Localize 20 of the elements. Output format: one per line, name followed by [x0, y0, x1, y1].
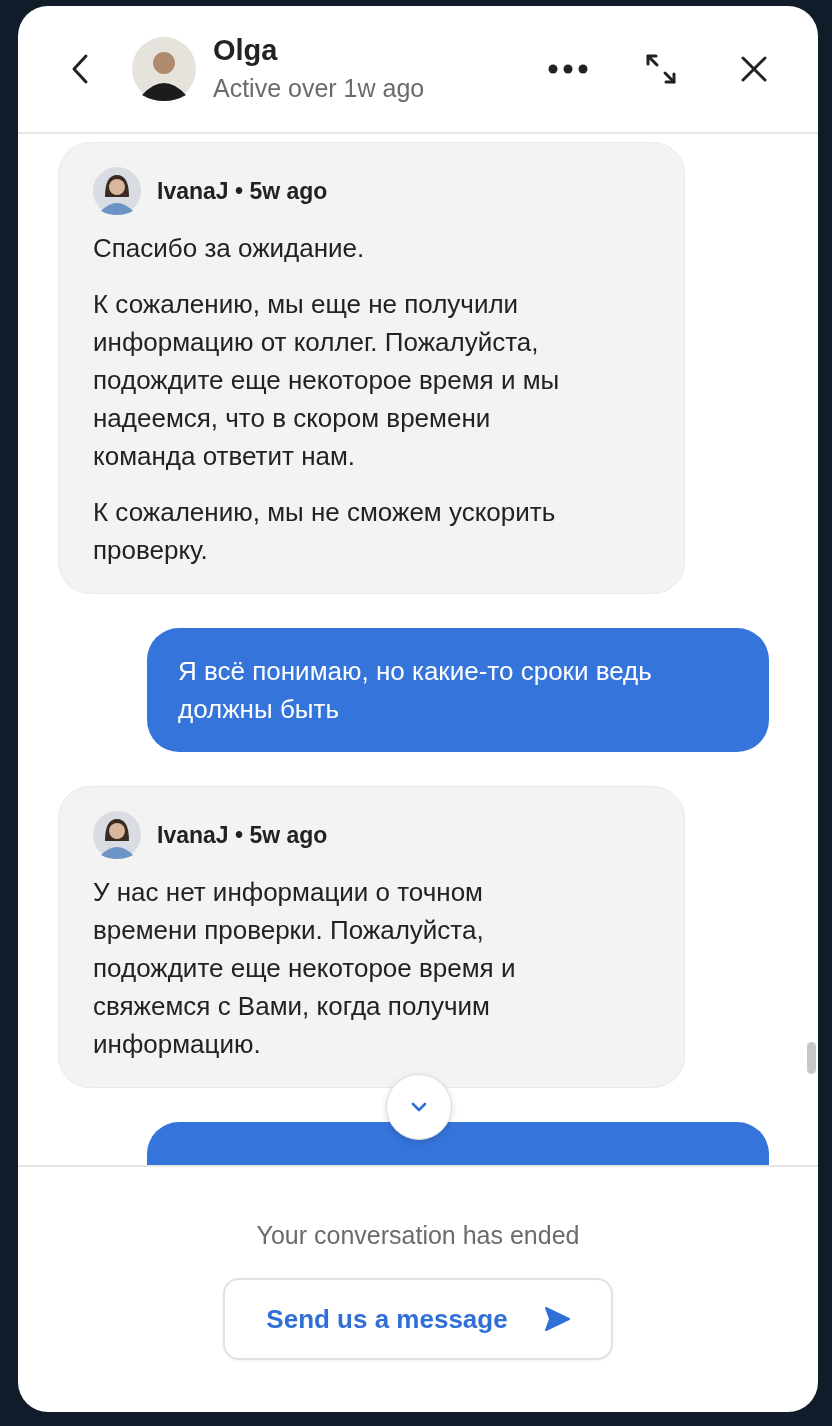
- avatar: [132, 37, 196, 101]
- message-text: Спасибо за ожидание.: [93, 232, 366, 265]
- scrollbar[interactable]: [807, 1042, 816, 1074]
- contact-status: Active over 1w ago: [213, 73, 426, 104]
- message-text: К сожалению, мы еще не получили информацию от коллег. Пожалуйста, подождите еще некоторое время и мы надеемся, что в скором времени команда ответит нам.: [93, 288, 561, 473]
- more-icon[interactable]: [548, 64, 588, 74]
- conversation-ended-notice: Your conversation has ended: [256, 1221, 580, 1250]
- contact-name: Olga: [213, 33, 279, 67]
- avatar: [93, 811, 141, 859]
- message-text: К сожалению, мы не сможем ускорить проверку.: [93, 496, 557, 567]
- close-icon[interactable]: [741, 56, 767, 82]
- message-meta: IvanaJ • 5w ago: [157, 821, 328, 849]
- avatar: [93, 167, 141, 215]
- chevron-down-icon: [411, 1102, 427, 1112]
- message-meta: IvanaJ • 5w ago: [157, 177, 328, 205]
- message-text: Я всё понимаю, но какие-то сроки ведь должны быть: [178, 655, 653, 726]
- expand-icon[interactable]: [645, 53, 677, 85]
- send-message-button[interactable]: Send us a message: [223, 1278, 613, 1360]
- send-icon: [543, 1306, 570, 1332]
- message-text: У нас нет информации о точном времени проверки. Пожалуйста, подождите еще некоторое время и свяжемся с Вами, когда получим информацию.: [93, 876, 517, 1061]
